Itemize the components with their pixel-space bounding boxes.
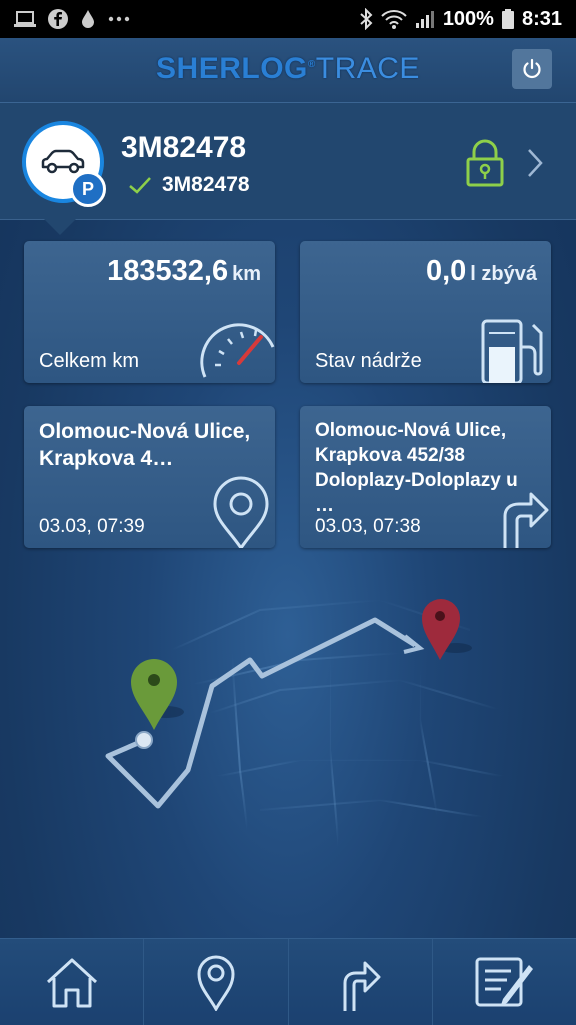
nav-trips[interactable]: [289, 939, 433, 1025]
fuel-pump-icon: [481, 319, 543, 383]
map-illustration: [105, 598, 521, 861]
parking-badge: P: [70, 171, 106, 207]
odometer-tile[interactable]: 183532,6 km Celkem km: [24, 241, 275, 383]
fuel-label: Stav nádrže: [315, 350, 422, 372]
signal-icon: [415, 11, 434, 28]
app-logo: SHERLOG®TRACE: [0, 52, 576, 86]
facebook-icon: [48, 9, 68, 29]
vehicle-subtitle: 3M82478: [128, 173, 250, 197]
last-location-tile[interactable]: Olomouc-Nová Ulice, Krapkova 4… 03.03, 0…: [24, 406, 275, 548]
vehicle-header[interactable]: P 3M82478 3M82478: [0, 103, 576, 235]
check-icon: [129, 177, 151, 194]
wifi-icon: [381, 10, 407, 29]
fuel-tile[interactable]: 0,0 l zbývá Stav nádrže: [300, 241, 551, 383]
battery-icon: [501, 9, 514, 29]
bluetooth-icon: [360, 8, 373, 30]
home-icon: [46, 958, 97, 1008]
bottom-navigation: [0, 938, 576, 1025]
power-icon: [523, 58, 541, 79]
clock: 8:31: [521, 7, 562, 30]
fuel-value-row: 0,0 l zbývá: [426, 255, 537, 288]
speedometer-icon: [200, 323, 275, 378]
more-icon: [108, 16, 130, 22]
last-location-time: 03.03, 07:39: [39, 516, 145, 537]
nav-home[interactable]: [0, 939, 145, 1025]
app-header: SHERLOG®TRACE: [0, 38, 576, 103]
last-location-address: Olomouc-Nová Ulice, Krapkova 4…: [39, 420, 251, 470]
power-button[interactable]: [512, 49, 552, 89]
vehicle-name: 3M82478: [121, 131, 247, 164]
fuel-unit: l zbývá: [470, 263, 537, 285]
status-bar: 100% 8:31: [0, 0, 576, 38]
last-trip-tile[interactable]: Olomouc-Nová Ulice, Krapkova 452/38 Dolo…: [300, 406, 551, 548]
route-arrow-icon: [343, 961, 381, 1011]
logo-bold-text: SHERLOG: [156, 52, 308, 85]
location-pin-icon: [213, 476, 269, 548]
water-drop-icon: [82, 10, 94, 28]
odometer-value: 183532,6: [107, 255, 229, 287]
logo-light-text: TRACE: [315, 52, 420, 85]
odometer-label: Celkem km: [39, 350, 140, 372]
battery-level: 100%: [442, 7, 494, 30]
lock-icon[interactable]: [464, 139, 506, 187]
fuel-value: 0,0: [425, 255, 467, 287]
vehicle-sub-name: 3M82478: [162, 173, 250, 196]
start-pin-icon: [131, 659, 184, 730]
edit-note-icon: [475, 957, 534, 1007]
laptop-icon: [14, 11, 36, 27]
nav-location[interactable]: [144, 939, 289, 1025]
location-pin-icon: [197, 955, 235, 1011]
route-arrow-icon: [503, 492, 549, 548]
chevron-right-icon[interactable]: [526, 147, 544, 179]
header-pointer: [44, 219, 76, 235]
odometer-unit: km: [232, 263, 261, 285]
odometer-value-row: 183532,6 km: [107, 255, 261, 288]
last-trip-time: 03.03, 07:38: [315, 516, 421, 537]
nav-logbook[interactable]: [433, 939, 576, 1025]
logo-registered: ®: [307, 59, 316, 70]
